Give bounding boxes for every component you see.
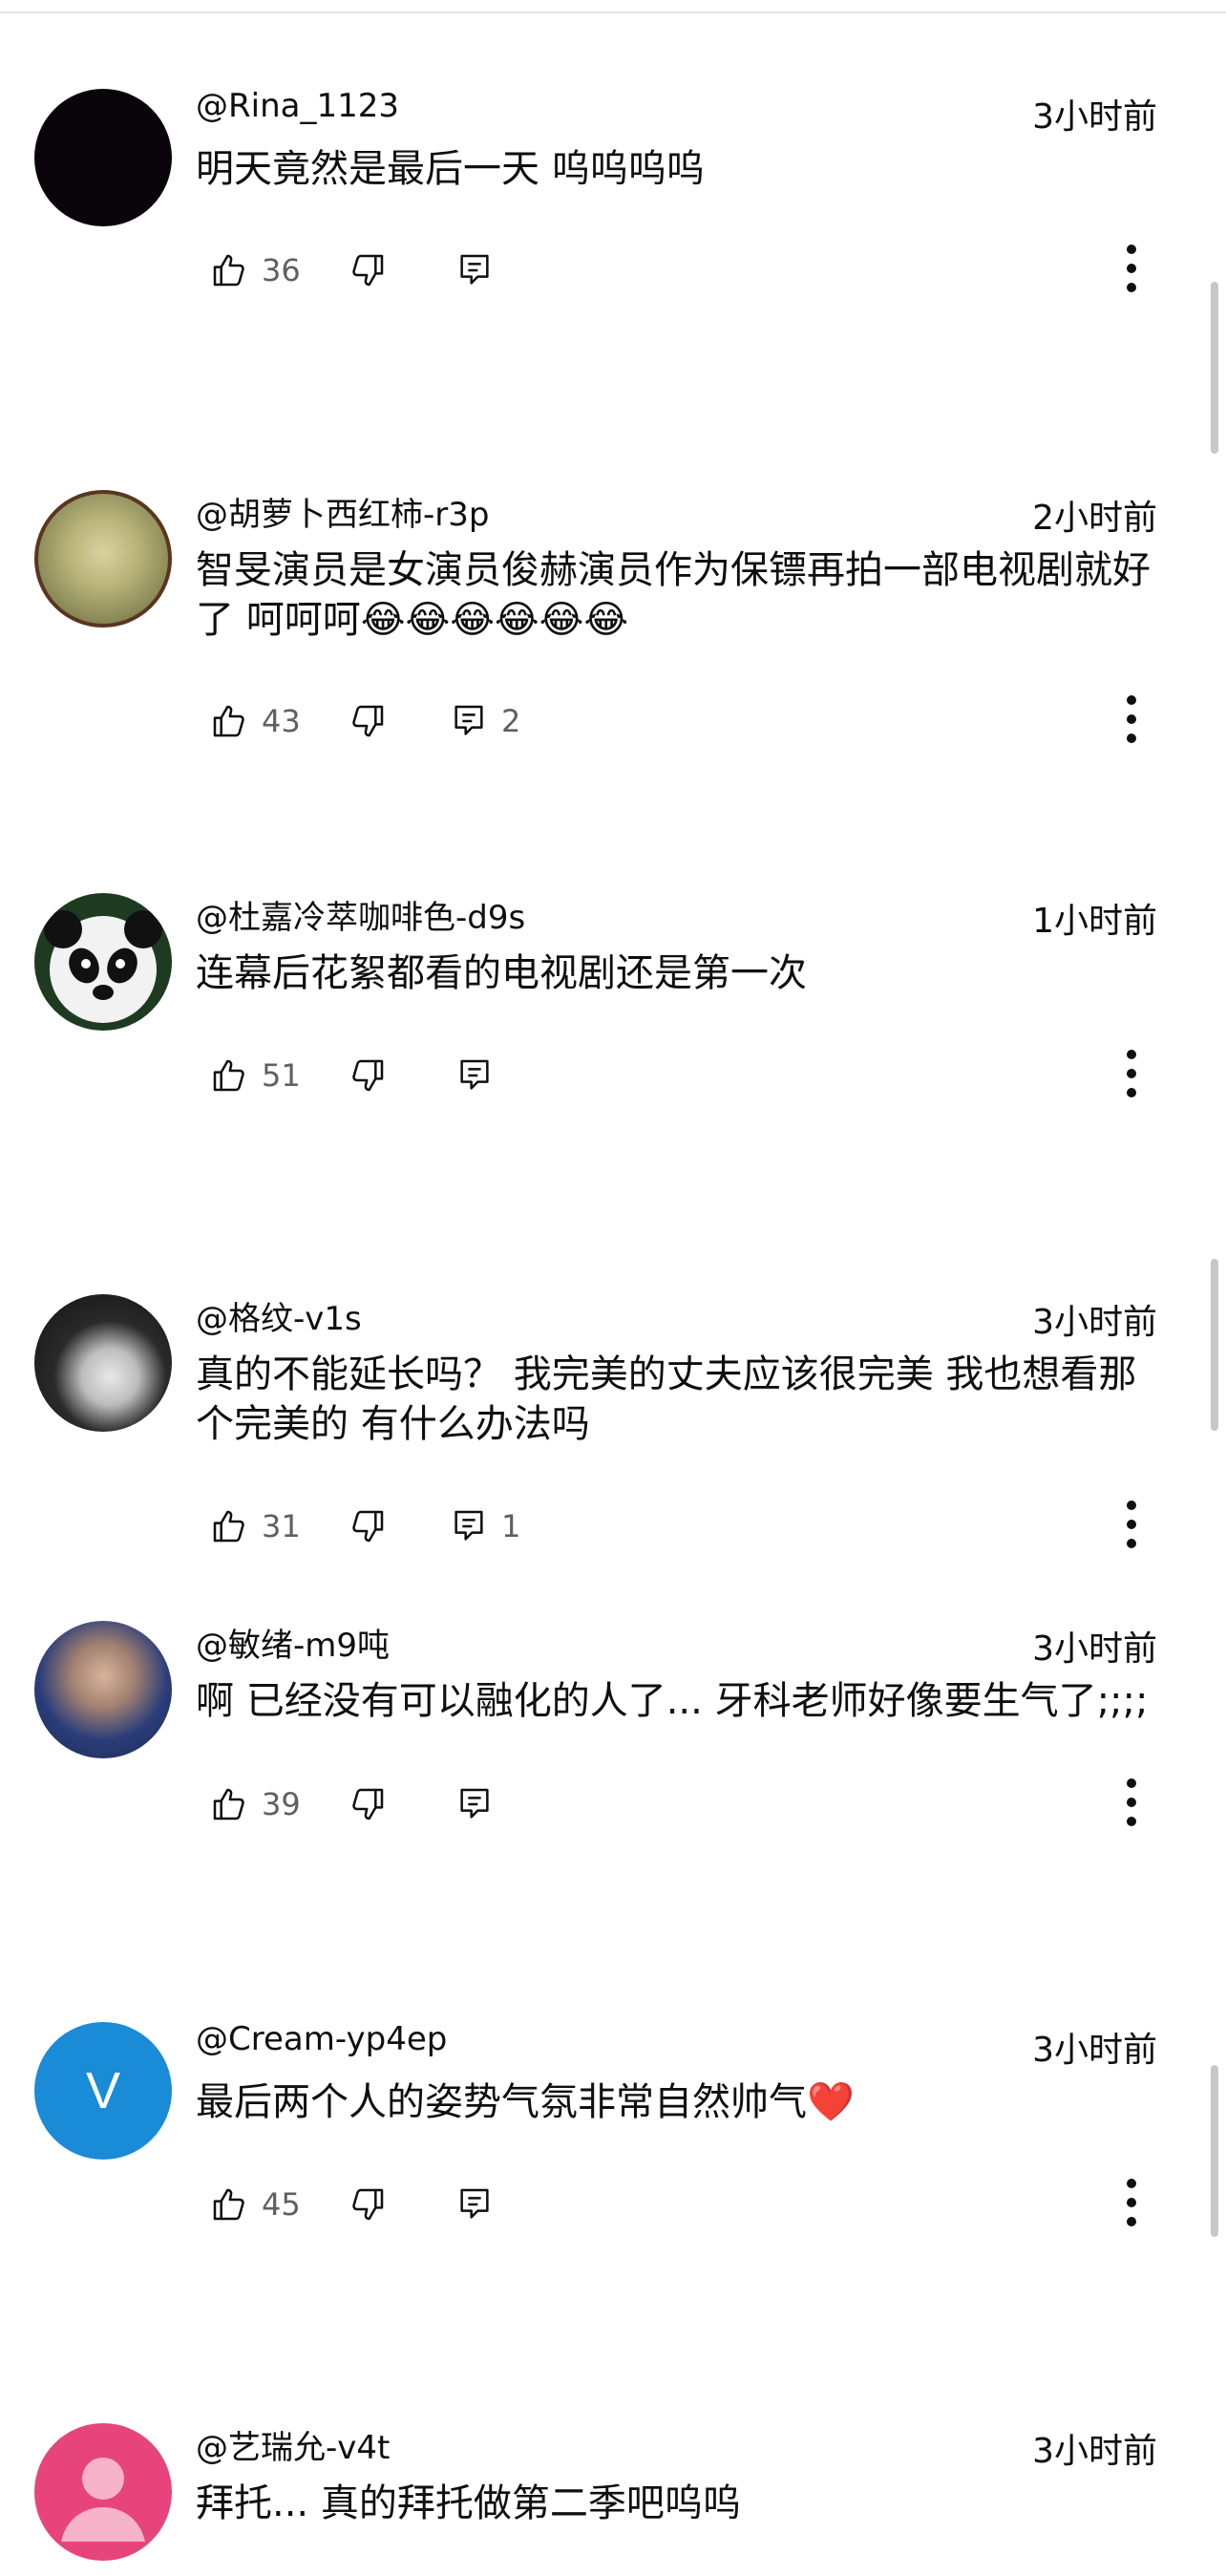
comment-author[interactable]: @敏绪-m9吨	[196, 1619, 390, 1666]
avatar[interactable]	[34, 490, 172, 628]
comment-text: 啊 已经没有可以融化的人了... 牙科老师好像要生气了;;;;	[196, 1679, 1149, 1723]
thumbs-down-icon	[349, 1507, 387, 1545]
thumbs-up-icon	[210, 1056, 248, 1095]
comment-actions: 43 2	[196, 692, 1179, 750]
default-avatar-icon	[61, 2458, 145, 2542]
thumbs-down-icon	[349, 702, 387, 740]
avatar[interactable]	[34, 1621, 172, 1758]
like-count: 39	[262, 1786, 301, 1822]
comment-text: 拜托... 真的拜托做第二季吧呜呜	[196, 2481, 741, 2525]
comment-actions: 36	[196, 242, 1179, 299]
dislike-button[interactable]	[349, 2176, 387, 2233]
comment-time[interactable]: 3小时前	[1032, 2022, 1157, 2072]
like-button[interactable]: 51	[210, 1047, 301, 1104]
like-count: 45	[262, 2186, 301, 2223]
dislike-button[interactable]	[349, 1047, 387, 1104]
comment-author[interactable]: @胡萝卜西红柿-r3p	[196, 488, 489, 535]
scrollbar[interactable]	[1211, 1259, 1218, 1431]
comment-time[interactable]: 3小时前	[1032, 2423, 1157, 2473]
dislike-button[interactable]	[349, 1776, 387, 1833]
comment-actions: 39	[196, 1776, 1179, 1833]
more-vert-icon	[1126, 1500, 1137, 1553]
reply-button[interactable]: 2	[450, 692, 520, 750]
thumbs-up-icon	[210, 251, 248, 289]
reply-button[interactable]	[455, 242, 507, 299]
comment-text: 明天竟然是最后一天 呜呜呜呜	[196, 147, 705, 191]
reply-count: 1	[501, 1508, 521, 1544]
scrollbar[interactable]	[1211, 282, 1218, 454]
comment-text: 最后两个人的姿势气氛非常自然帅气❤️	[196, 2080, 855, 2124]
like-count: 51	[262, 1057, 301, 1094]
comment-text: 连幕后花絮都看的电视剧还是第一次	[196, 951, 807, 995]
reply-button[interactable]	[455, 1047, 507, 1104]
reply-comment-icon	[455, 2185, 494, 2224]
more-options-button[interactable]	[1103, 242, 1160, 299]
comment-author[interactable]: @格纹-v1s	[196, 1292, 362, 1339]
comment-actions: 31 1	[196, 1498, 1179, 1555]
comment-actions: 45	[196, 2176, 1179, 2233]
thumbs-down-icon	[349, 1785, 387, 1823]
reply-button[interactable]	[455, 1776, 507, 1833]
reply-comment-icon	[455, 251, 494, 289]
dislike-button[interactable]	[349, 1498, 387, 1555]
avatar[interactable]	[34, 2423, 172, 2561]
thumbs-up-icon	[210, 1507, 248, 1545]
comment-time[interactable]: 3小时前	[1032, 1621, 1157, 1671]
reply-comment-icon	[450, 1507, 488, 1545]
like-button[interactable]: 36	[210, 242, 301, 299]
thumbs-down-icon	[349, 1056, 387, 1095]
comment-text: 智旻演员是女演员俊赫演员作为保镖再拍一部电视剧就好了 呵呵呵😂😂😂😂😂😂	[196, 548, 1151, 642]
like-button[interactable]: 43	[210, 692, 301, 750]
panda-icon	[44, 910, 162, 1023]
like-button[interactable]: 45	[210, 2176, 301, 2233]
top-divider	[0, 0, 1226, 13]
more-options-button[interactable]	[1103, 1498, 1160, 1555]
thumbs-up-icon	[210, 2185, 248, 2224]
dislike-button[interactable]	[349, 242, 387, 299]
avatar[interactable]	[34, 89, 172, 226]
more-vert-icon	[1126, 2178, 1137, 2231]
comment-author[interactable]: @杜嘉冷萃咖啡色-d9s	[196, 891, 525, 938]
comment-text: 真的不能延长吗？ 我完美的丈夫应该很完美 我也想看那个完美的 有什么办法吗	[196, 1352, 1137, 1446]
like-button[interactable]: 39	[210, 1776, 301, 1833]
more-vert-icon	[1126, 1778, 1137, 1831]
reply-comment-icon	[450, 702, 488, 740]
comment-author[interactable]: @Cream-yp4ep	[196, 2020, 447, 2058]
like-count: 43	[262, 703, 301, 739]
more-vert-icon	[1126, 1049, 1137, 1102]
like-count: 36	[262, 252, 301, 288]
reply-button[interactable]	[455, 2176, 507, 2233]
avatar[interactable]: V	[34, 2022, 172, 2160]
thumbs-down-icon	[349, 2185, 387, 2224]
more-vert-icon	[1126, 694, 1137, 748]
reply-comment-icon	[455, 1785, 494, 1823]
like-button[interactable]: 31	[210, 1498, 301, 1555]
more-options-button[interactable]	[1103, 1047, 1160, 1104]
reply-count: 2	[501, 703, 521, 739]
avatar[interactable]	[34, 893, 172, 1031]
thumbs-down-icon	[349, 251, 387, 289]
comment-actions: 51	[196, 1047, 1179, 1104]
reply-button[interactable]: 1	[450, 1498, 520, 1555]
comment-time[interactable]: 2小时前	[1032, 490, 1157, 540]
reply-comment-icon	[455, 1056, 494, 1095]
more-options-button[interactable]	[1103, 692, 1160, 750]
comment-author[interactable]: @艺瑞允-v4t	[196, 2421, 390, 2468]
like-count: 31	[262, 1508, 301, 1544]
thumbs-up-icon	[210, 702, 248, 740]
more-options-button[interactable]	[1103, 2176, 1160, 2233]
more-vert-icon	[1126, 244, 1137, 297]
scrollbar[interactable]	[1211, 2065, 1218, 2237]
thumbs-up-icon	[210, 1785, 248, 1823]
avatar-letter: V	[85, 2062, 121, 2119]
comment-time[interactable]: 3小时前	[1032, 1294, 1157, 1344]
comment-author[interactable]: @Rina_1123	[196, 87, 399, 125]
dislike-button[interactable]	[349, 692, 387, 750]
comment-time[interactable]: 3小时前	[1032, 89, 1157, 138]
comment-time[interactable]: 1小时前	[1032, 893, 1157, 943]
more-options-button[interactable]	[1103, 1776, 1160, 1833]
avatar[interactable]	[34, 1294, 172, 1432]
